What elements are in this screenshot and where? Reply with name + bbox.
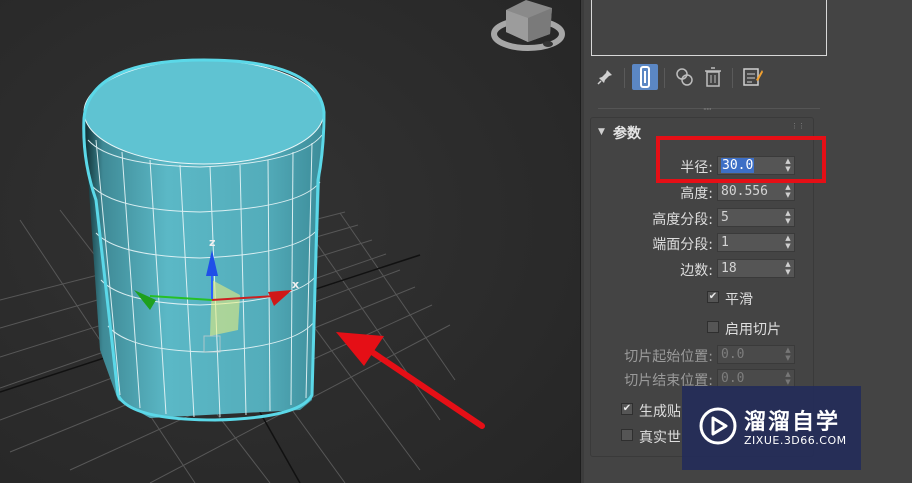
watermark-subtitle: ZIXUE.3D66.COM <box>744 434 847 447</box>
cylinder-object <box>82 58 326 422</box>
spinner-arrows-icon[interactable]: ▲ ▼ <box>784 260 792 277</box>
spinner-arrows-icon[interactable]: ▲ ▼ <box>784 234 792 251</box>
rollout-grip-icon: ⋮⋮ <box>791 122 805 130</box>
slice-on-label: 启用切片 <box>725 322 781 338</box>
cap-segments-label: 端面分段: <box>652 237 713 253</box>
height-label: 高度: <box>680 186 713 202</box>
radius-highlight-box <box>656 136 826 183</box>
generate-mapping-label: 生成贴 <box>639 404 681 420</box>
real-world-label: 真实世 <box>639 430 681 446</box>
cap-segments-value[interactable]: 1 <box>721 235 729 250</box>
pin-stack-icon[interactable] <box>592 64 618 90</box>
make-unique-icon[interactable] <box>672 64 698 90</box>
height-value[interactable]: 80.556 <box>721 184 768 199</box>
viewport-scene: z x <box>0 0 580 483</box>
cap-segments-spinner[interactable]: 1 ▲ ▼ <box>717 233 795 252</box>
modifier-stack-toggle-icon[interactable] <box>632 64 658 90</box>
sides-spinner[interactable]: 18 ▲ ▼ <box>717 259 795 278</box>
slice-from-row: 切片起始位置: 0.0 ▲ ▼ <box>591 345 811 365</box>
configure-modifier-sets-icon[interactable] <box>740 64 766 90</box>
watermark-logo-icon <box>699 407 737 445</box>
height-spinner[interactable]: 80.556 ▲ ▼ <box>717 182 795 201</box>
gizmo-z-label: z <box>209 236 215 249</box>
sides-value[interactable]: 18 <box>721 261 737 276</box>
slice-from-label: 切片起始位置: <box>624 349 713 365</box>
gizmo-x-label: x <box>292 278 299 291</box>
real-world-checkbox[interactable] <box>621 429 633 441</box>
generate-mapping-checkbox[interactable]: ✔ <box>621 403 633 415</box>
slice-from-value: 0.0 <box>721 347 745 362</box>
watermark-title: 溜溜自学 <box>744 410 841 435</box>
height-segments-spinner[interactable]: 5 ▲ ▼ <box>717 208 795 227</box>
spinner-arrows-icon[interactable]: ▲ ▼ <box>784 183 792 200</box>
slice-to-value: 0.0 <box>721 371 745 386</box>
rollout-title: 参数 <box>613 126 641 142</box>
modifier-stack-toolbar <box>592 64 892 92</box>
smooth-checkbox[interactable]: ✔ <box>707 291 719 303</box>
splitter-grip-icon: ····· <box>703 105 712 114</box>
slice-from-spinner: 0.0 ▲ ▼ <box>717 345 795 364</box>
slice-on-checkbox[interactable] <box>707 321 719 333</box>
spinner-arrows-icon: ▲ ▼ <box>785 370 791 386</box>
height-segments-row: 高度分段: 5 ▲ ▼ <box>591 208 811 228</box>
sides-label: 边数: <box>680 263 713 279</box>
sides-row: 边数: 18 ▲ ▼ <box>591 259 811 279</box>
smooth-label: 平滑 <box>725 292 753 308</box>
perspective-viewport[interactable]: z x <box>0 0 580 483</box>
collapse-arrow-icon: ▼ <box>598 127 605 137</box>
height-segments-label: 高度分段: <box>652 212 713 228</box>
spinner-arrows-icon[interactable]: ▲ ▼ <box>784 209 792 226</box>
watermark: 溜溜自学 ZIXUE.3D66.COM <box>682 386 861 470</box>
height-row: 高度: 80.556 ▲ ▼ <box>591 182 811 202</box>
spinner-arrows-icon: ▲ ▼ <box>785 346 791 362</box>
remove-modifier-icon[interactable] <box>700 64 726 90</box>
cap-segments-row: 端面分段: 1 ▲ ▼ <box>591 233 811 253</box>
modifier-stack-list[interactable] <box>591 0 827 56</box>
height-segments-value[interactable]: 5 <box>721 210 729 225</box>
